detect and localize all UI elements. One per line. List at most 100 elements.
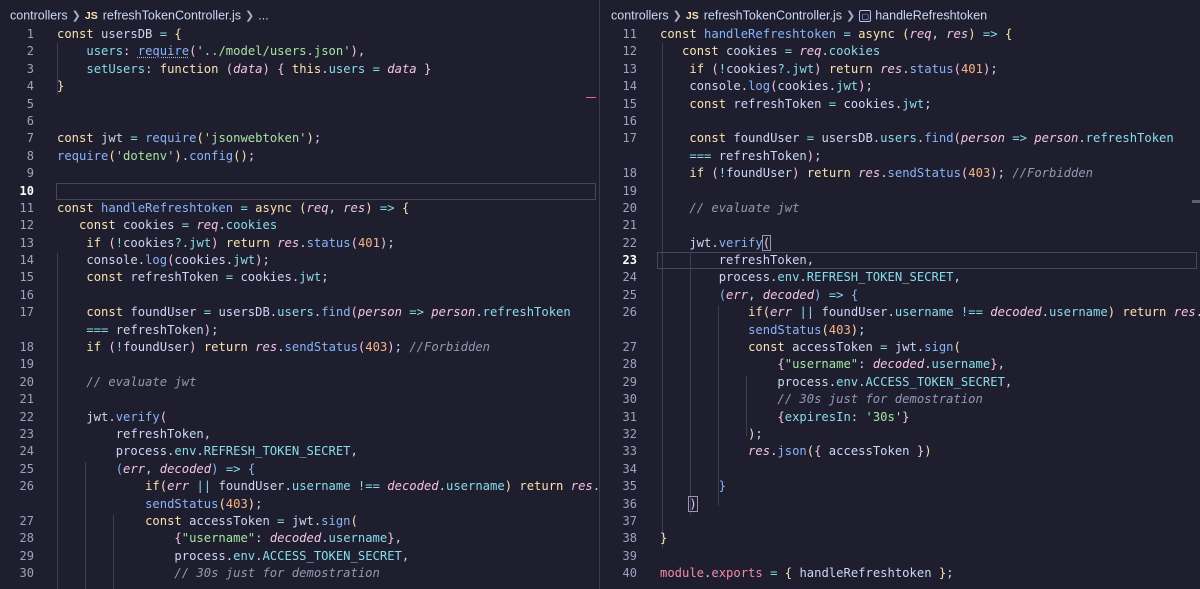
code-line[interactable]: === refreshToken); bbox=[601, 148, 1200, 165]
code-text[interactable]: module.exports = { handleRefreshtoken }; bbox=[660, 565, 954, 582]
code-text[interactable]: } bbox=[660, 530, 667, 547]
code-text[interactable]: setUsers: function (data) { this.users =… bbox=[57, 61, 431, 78]
code-text[interactable]: sendStatus(403); bbox=[660, 322, 865, 339]
code-text[interactable]: const handleRefreshtoken = async (req, r… bbox=[57, 200, 409, 217]
code-text[interactable]: ) bbox=[660, 495, 698, 513]
code-text[interactable]: {expiresIn: '30s'} bbox=[660, 409, 909, 426]
code-line[interactable]: 12 const cookies = req.cookies bbox=[0, 217, 599, 234]
code-line[interactable]: 21 bbox=[601, 217, 1200, 234]
code-text[interactable]: console.log(cookies.jwt); bbox=[660, 78, 872, 95]
code-line[interactable]: 16 bbox=[601, 113, 1200, 130]
code-line[interactable]: 16 bbox=[0, 287, 599, 304]
code-text[interactable]: const refreshToken = cookies.jwt; bbox=[57, 269, 328, 286]
code-text[interactable]: } bbox=[57, 78, 64, 95]
right-code-editor[interactable]: 11 const handleRefreshtoken = async (req,… bbox=[601, 26, 1200, 589]
code-text[interactable]: users: require('../model/users.json'), bbox=[57, 43, 365, 60]
code-text[interactable]: const handleRefreshtoken = async (req, r… bbox=[660, 26, 1012, 43]
breadcrumb-more[interactable]: ... bbox=[258, 9, 268, 23]
code-line[interactable]: 14 console.log(cookies.jwt); bbox=[601, 78, 1200, 95]
code-text[interactable]: jwt.verify( bbox=[660, 234, 772, 252]
breadcrumb-folder[interactable]: controllers bbox=[10, 9, 68, 23]
code-text[interactable]: {"username": decoded.username}, bbox=[660, 356, 1005, 373]
code-text[interactable]: (err, decoded) => { bbox=[57, 461, 255, 478]
code-line[interactable]: 9 bbox=[0, 165, 599, 182]
code-line[interactable]: 27 const accessToken = jwt.sign( bbox=[0, 513, 599, 530]
code-line[interactable]: 4} bbox=[0, 78, 599, 95]
code-text[interactable]: res.json({ accessToken }) bbox=[660, 443, 931, 460]
code-line[interactable]: 23 refreshToken, bbox=[601, 252, 1200, 270]
code-text[interactable]: refreshToken, bbox=[660, 252, 814, 269]
code-line[interactable]: 20 // evaluate jwt bbox=[0, 374, 599, 391]
code-text[interactable]: console.log(cookies.jwt); bbox=[57, 252, 269, 269]
code-text[interactable]: const accessToken = jwt.sign( bbox=[660, 339, 961, 356]
code-text[interactable]: if (!foundUser) return res.sendStatus(40… bbox=[660, 165, 1093, 182]
code-line[interactable]: 11 const handleRefreshtoken = async (req,… bbox=[0, 200, 599, 217]
code-line[interactable]: 18 if (!foundUser) return res.sendStatus… bbox=[601, 165, 1200, 182]
code-line[interactable]: 40 module.exports = { handleRefreshtoken … bbox=[601, 565, 1200, 582]
code-line[interactable]: 17 const foundUser = usersDB.users.find(… bbox=[0, 304, 599, 321]
left-code-editor[interactable]: 1 const usersDB = {2 users: require('../m… bbox=[0, 26, 599, 589]
code-line[interactable]: 10 bbox=[0, 182, 599, 201]
code-line[interactable]: 32 ); bbox=[601, 426, 1200, 443]
code-line[interactable]: 1 const usersDB = { bbox=[0, 26, 599, 43]
code-line[interactable]: 33 res.json({ accessToken }) bbox=[601, 443, 1200, 460]
code-text[interactable]: sendStatus(403); bbox=[57, 496, 262, 513]
code-line[interactable]: 23 refreshToken, bbox=[0, 426, 599, 443]
code-line[interactable]: 2 users: require('../model/users.json'), bbox=[0, 43, 599, 60]
breadcrumb-file[interactable]: refreshTokenController.js bbox=[103, 9, 241, 23]
code-line[interactable]: 3 setUsers: function (data) { this.users… bbox=[0, 61, 599, 78]
code-text[interactable]: if (!foundUser) return res.sendStatus(40… bbox=[57, 339, 490, 356]
code-line[interactable]: 7 const jwt = require('jsonwebtoken'); bbox=[0, 130, 599, 147]
code-text[interactable]: (err, decoded) => { bbox=[660, 287, 858, 304]
code-text[interactable]: require('dotenv').config(); bbox=[57, 148, 255, 165]
code-text[interactable]: === refreshToken); bbox=[660, 148, 821, 165]
code-line[interactable]: 22 jwt.verify( bbox=[0, 409, 599, 426]
code-text[interactable]: // evaluate jwt bbox=[57, 374, 196, 391]
code-line[interactable]: 29 process.env.ACCESS_TOKEN_SECRET, bbox=[0, 548, 599, 565]
code-line[interactable]: 24 process.env.REFRESH_TOKEN_SECRET, bbox=[601, 269, 1200, 286]
code-line[interactable]: 19 bbox=[0, 356, 599, 373]
code-text[interactable]: if(err || foundUser.username !== decoded… bbox=[660, 304, 1200, 321]
code-line[interactable]: 22 jwt.verify( bbox=[601, 234, 1200, 252]
code-line[interactable]: 25 (err, decoded) => { bbox=[601, 287, 1200, 304]
left-editor-pane[interactable]: controllers ❯ JS refreshTokenController.js ❯… bbox=[0, 0, 600, 589]
code-text[interactable]: {"username": decoded.username}, bbox=[57, 530, 402, 547]
breadcrumb-folder[interactable]: controllers bbox=[611, 9, 669, 23]
code-line[interactable]: 13 if (!cookies?.jwt) return res.status(… bbox=[601, 61, 1200, 78]
breadcrumb-symbol[interactable]: handleRefreshtoken bbox=[875, 9, 987, 23]
code-line[interactable]: 37 bbox=[601, 513, 1200, 530]
code-line[interactable]: 12 const cookies = req.cookies bbox=[601, 43, 1200, 60]
code-line[interactable]: 30 // 30s just for demostration bbox=[0, 565, 599, 582]
code-line[interactable]: 29 process.env.ACCESS_TOKEN_SECRET, bbox=[601, 374, 1200, 391]
code-text[interactable]: process.env.ACCESS_TOKEN_SECRET, bbox=[57, 548, 409, 565]
code-line[interactable]: 39 bbox=[601, 548, 1200, 565]
code-line[interactable]: 31 {expiresIn: '30s'} bbox=[601, 409, 1200, 426]
code-text[interactable]: if (!cookies?.jwt) return res.status(401… bbox=[660, 61, 997, 78]
code-text[interactable]: process.env.REFRESH_TOKEN_SECRET, bbox=[660, 269, 961, 286]
code-line[interactable]: 25 (err, decoded) => { bbox=[0, 461, 599, 478]
code-text[interactable]: jwt.verify( bbox=[57, 409, 167, 426]
code-line[interactable]: 13 if (!cookies?.jwt) return res.status(… bbox=[0, 235, 599, 252]
code-text[interactable]: const cookies = req.cookies bbox=[660, 43, 880, 60]
code-text[interactable]: ); bbox=[660, 426, 763, 443]
code-text[interactable]: // 30s just for demostration bbox=[57, 565, 379, 582]
code-line[interactable]: 19 bbox=[601, 183, 1200, 200]
code-text[interactable]: const foundUser = usersDB.users.find(per… bbox=[57, 304, 570, 321]
code-line[interactable]: 38} bbox=[601, 530, 1200, 547]
code-text[interactable]: if (!cookies?.jwt) return res.status(401… bbox=[57, 235, 394, 252]
code-line[interactable]: 28 {"username": decoded.username}, bbox=[0, 530, 599, 547]
code-text[interactable]: const usersDB = { bbox=[57, 26, 182, 43]
code-text[interactable]: process.env.ACCESS_TOKEN_SECRET, bbox=[660, 374, 1012, 391]
code-text[interactable]: if(err || foundUser.username !== decoded… bbox=[57, 478, 599, 495]
code-line[interactable]: sendStatus(403); bbox=[601, 322, 1200, 339]
code-text[interactable]: const cookies = req.cookies bbox=[57, 217, 277, 234]
code-line[interactable]: 5 bbox=[0, 96, 599, 113]
code-line[interactable]: 11 const handleRefreshtoken = async (req,… bbox=[601, 26, 1200, 43]
code-line[interactable]: 35 } bbox=[601, 478, 1200, 495]
code-text[interactable]: === refreshToken); bbox=[57, 322, 218, 339]
code-text[interactable]: const jwt = require('jsonwebtoken'); bbox=[57, 130, 321, 147]
breadcrumb-file[interactable]: refreshTokenController.js bbox=[704, 9, 842, 23]
code-line[interactable]: 21 bbox=[0, 391, 599, 408]
code-text[interactable]: const accessToken = jwt.sign( bbox=[57, 513, 358, 530]
code-line[interactable]: === refreshToken); bbox=[0, 322, 599, 339]
